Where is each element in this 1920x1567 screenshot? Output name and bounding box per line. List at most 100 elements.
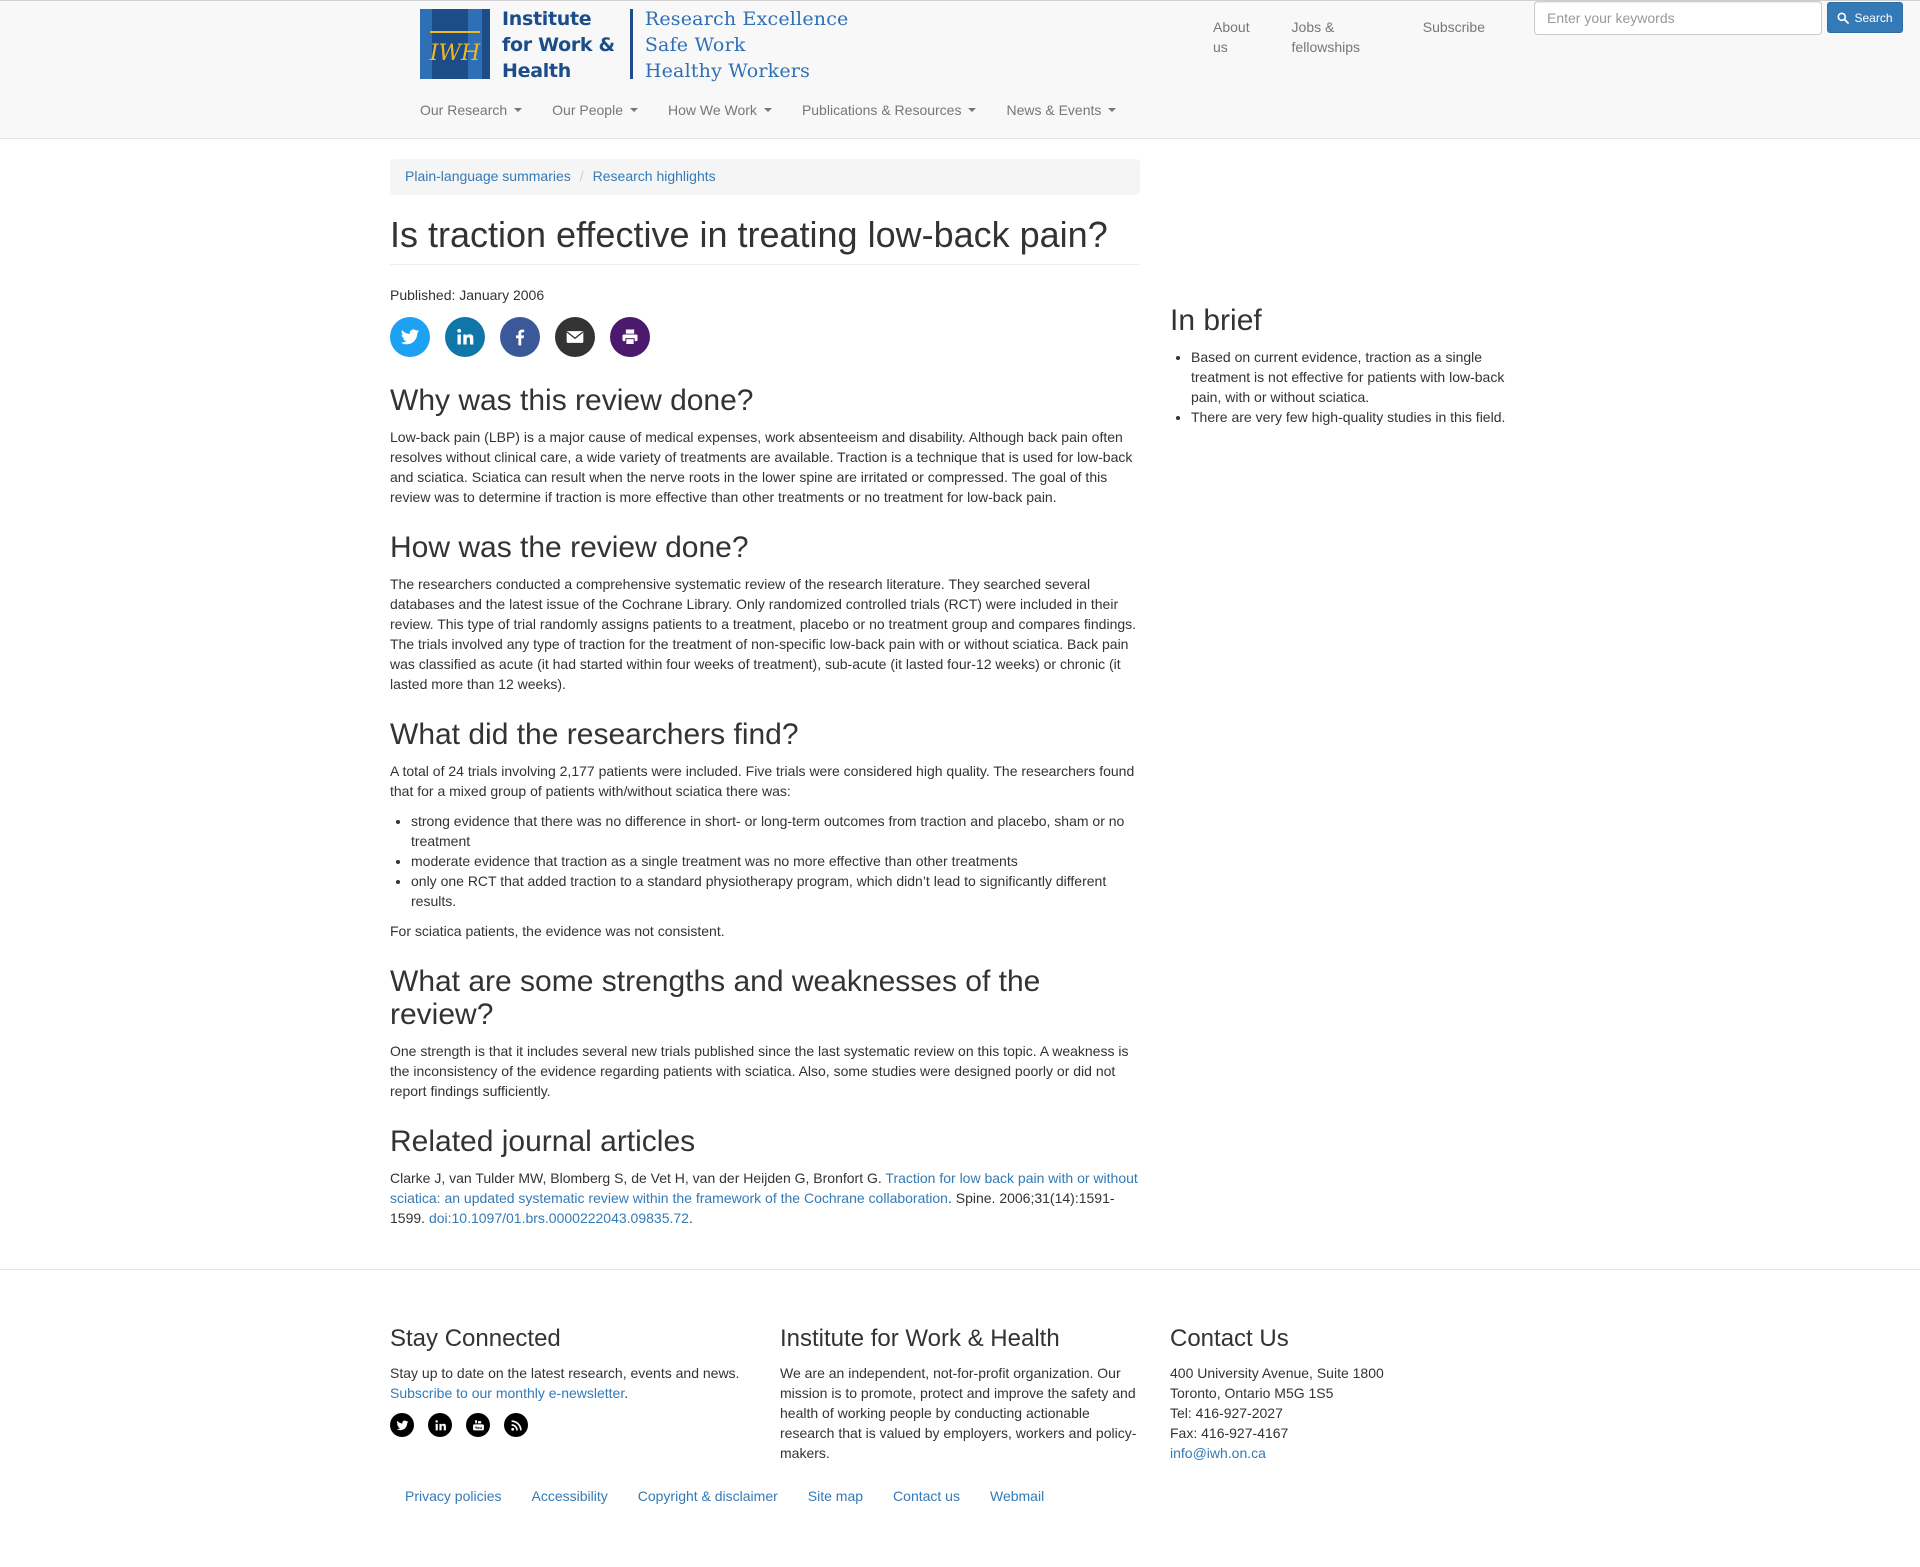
nav-publications[interactable]: Publications & Resources [787, 85, 992, 135]
youtube-icon: You [472, 1419, 484, 1430]
search-input[interactable] [1534, 1, 1822, 35]
address-line-1: 400 University Avenue, Suite 1800 [1170, 1365, 1384, 1381]
footer-links: Privacy policies Accessibility Copyright… [390, 1487, 1059, 1507]
footer-linkedin-button[interactable] [428, 1413, 452, 1437]
nav-our-research[interactable]: Our Research [405, 85, 537, 135]
svg-text:You: You [473, 1426, 482, 1430]
rss-icon [510, 1419, 522, 1431]
footer-link-sitemap[interactable]: Site map [793, 1487, 878, 1507]
site-header: IWH Institute for Work & Health Research… [0, 0, 1920, 139]
footer-social: You [390, 1413, 750, 1437]
share-twitter-button[interactable] [390, 316, 430, 357]
section-related: Related journal articles Clarke J, van T… [390, 1125, 1140, 1228]
share-facebook-button[interactable] [500, 316, 540, 357]
caret-down-icon [968, 108, 977, 112]
print-icon [622, 329, 638, 345]
top-link-about[interactable]: About us [1213, 18, 1262, 58]
list-item: strong evidence that there was no differ… [411, 811, 1140, 851]
section-text: Low-back pain (LBP) is a major cause of … [390, 428, 1133, 505]
article: Plain-language summaries / Research high… [390, 159, 1140, 1228]
footer-link-accessibility[interactable]: Accessibility [516, 1487, 622, 1507]
logo-divider [629, 9, 633, 79]
footer-link-copyright[interactable]: Copyright & disclaimer [623, 1487, 793, 1507]
contact-details: 400 University Avenue, Suite 1800 Toront… [1170, 1363, 1530, 1463]
facebook-icon [516, 329, 525, 346]
in-brief-list: Based on current evidence, traction as a… [1170, 347, 1515, 427]
share-linkedin-button[interactable] [445, 316, 485, 357]
list-item: Based on current evidence, traction as a… [1191, 347, 1515, 407]
footer-twitter-button[interactable] [390, 1413, 414, 1437]
in-brief-sidebar: In brief Based on current evidence, trac… [1170, 304, 1515, 427]
logo-tagline: Research Excellence Safe Work Healthy Wo… [644, 8, 849, 82]
footer-text: We are an independent, not-for-profit or… [780, 1365, 1137, 1461]
caret-down-icon [629, 108, 638, 112]
address-line-2: Toronto, Ontario M5G 1S5 [1170, 1385, 1334, 1401]
section-strengths: What are some strengths and weaknesses o… [390, 965, 1140, 1101]
footer-youtube-button[interactable]: You [466, 1413, 490, 1437]
section-heading: Why was this review done? [390, 383, 754, 417]
footer-about: Institute for Work & Health We are an in… [780, 1325, 1140, 1463]
footer-heading: Contact Us [1170, 1325, 1289, 1352]
doi-link[interactable]: doi:10.1097/01.brs.0000222043.09835.72 [429, 1210, 689, 1226]
footer-text: Stay up to date on the latest research, … [390, 1365, 740, 1401]
section-text: A total of 24 trials involving 2,177 pat… [390, 762, 1135, 799]
breadcrumb-separator: / [579, 168, 584, 184]
sidebar-heading: In brief [1170, 304, 1262, 337]
linkedin-icon [434, 1419, 446, 1430]
footer-rss-button[interactable] [504, 1413, 528, 1437]
section-find: What did the researchers find? A total o… [390, 718, 1140, 941]
main-nav: Our Research Our People How We Work Publ… [405, 85, 1131, 135]
section-why: Why was this review done? Low-back pain … [390, 384, 1140, 507]
breadcrumb-plain-language[interactable]: Plain-language summaries [405, 167, 571, 187]
caret-down-icon [1108, 108, 1117, 112]
section-heading: What are some strengths and weaknesses o… [390, 964, 1041, 1031]
citation: Clarke J, van Tulder MW, Blomberg S, de … [390, 1169, 1138, 1226]
site-footer: Stay Connected Stay up to date on the la… [0, 1269, 1920, 1566]
nav-how-we-work[interactable]: How We Work [653, 85, 787, 135]
footer-heading: Stay Connected [390, 1325, 561, 1352]
main-content: Plain-language summaries / Research high… [0, 139, 1920, 1269]
section-text: For sciatica patients, the evidence was … [390, 922, 725, 939]
list-item: moderate evidence that traction as a sin… [411, 851, 1140, 871]
caret-down-icon [514, 108, 523, 112]
section-heading: What did the researchers find? [390, 717, 799, 751]
twitter-icon [400, 329, 420, 345]
newsletter-link[interactable]: Subscribe to our monthly e-newsletter [390, 1385, 624, 1401]
caret-down-icon [763, 108, 772, 112]
footer-stay-connected: Stay Connected Stay up to date on the la… [390, 1325, 750, 1437]
footer-heading: Institute for Work & Health [780, 1325, 1060, 1352]
section-text: The researchers conducted a comprehensiv… [390, 575, 1137, 692]
fax: Fax: 416-927-4167 [1170, 1425, 1289, 1441]
footer-contact: Contact Us 400 University Avenue, Suite … [1170, 1325, 1530, 1463]
section-heading: How was the review done? [390, 530, 749, 564]
list-item: There are very few high-quality studies … [1191, 407, 1515, 427]
site-logo[interactable]: IWH Institute for Work & Health Research… [420, 8, 849, 84]
top-links: About us Jobs & fellowships Subscribe [1213, 18, 1515, 58]
list-item: only one RCT that added traction to a st… [411, 871, 1140, 911]
section-heading: Related journal articles [390, 1124, 696, 1158]
footer-link-contact[interactable]: Contact us [878, 1487, 975, 1507]
published-date: Published: January 2006 [390, 287, 545, 303]
print-button[interactable] [610, 316, 650, 357]
logo-name: Institute for Work & Health [502, 8, 615, 82]
footer-link-webmail[interactable]: Webmail [975, 1487, 1059, 1507]
top-link-jobs[interactable]: Jobs & fellowships [1292, 18, 1393, 58]
breadcrumb: Plain-language summaries / Research high… [390, 159, 1140, 195]
findings-list: strong evidence that there was no differ… [390, 811, 1140, 911]
search-button[interactable]: Search [1827, 2, 1903, 33]
nav-news-events[interactable]: News & Events [991, 85, 1131, 135]
footer-link-privacy[interactable]: Privacy policies [390, 1487, 516, 1507]
page-title: Is traction effective in treating low-ba… [390, 215, 1140, 265]
twitter-icon [396, 1420, 408, 1430]
phone: Tel: 416-927-2027 [1170, 1405, 1283, 1421]
section-text: One strength is that it includes several… [390, 1042, 1129, 1099]
section-how: How was the review done? The researchers… [390, 531, 1140, 694]
top-link-subscribe[interactable]: Subscribe [1423, 18, 1485, 58]
share-email-button[interactable] [555, 316, 595, 357]
search-icon [1837, 12, 1850, 24]
email-link[interactable]: info@iwh.on.ca [1170, 1445, 1266, 1461]
breadcrumb-research-highlights[interactable]: Research highlights [593, 167, 716, 187]
nav-our-people[interactable]: Our People [537, 85, 653, 135]
linkedin-icon [457, 328, 474, 345]
svg-text:IWH: IWH [429, 41, 481, 66]
